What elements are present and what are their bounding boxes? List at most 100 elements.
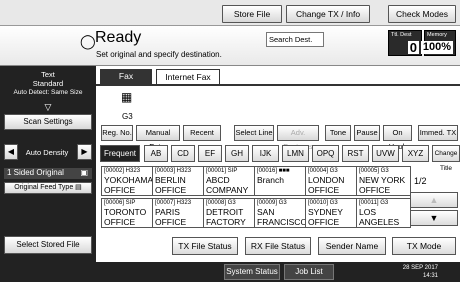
- tab-fax[interactable]: Fax: [100, 69, 152, 84]
- triangle-up-icon: ▲: [429, 195, 439, 205]
- entry-meta: [00006] SIP: [104, 200, 136, 206]
- entry-meta: [00005] G3: [359, 168, 389, 174]
- entry-name: NEW YORK OFFICE: [359, 175, 406, 195]
- destination-entry[interactable]: [00004] G3 LONDON OFFICE: [305, 166, 360, 196]
- sender-name-button[interactable]: Sender Name: [318, 237, 386, 255]
- immed-tx-button[interactable]: Immed. TX: [418, 125, 458, 141]
- sided-original-button[interactable]: 1 Sided Original ▣: [4, 168, 92, 179]
- feed-type-label: Original Feed Type: [14, 184, 74, 191]
- destination-entry[interactable]: [00006] SIP TORONTO OFFICE: [101, 198, 156, 228]
- entry-name: TORONTO OFFICE: [104, 207, 147, 227]
- destination-entry[interactable]: [00007] H323 PARIS OFFICE: [152, 198, 207, 228]
- index-tabs: Frequent AB CD EF GH IJK LMN OPQ RST UVW…: [100, 145, 460, 172]
- tx-mode-button[interactable]: TX Mode: [392, 237, 456, 255]
- page-down-button[interactable]: ▼: [410, 210, 458, 226]
- index-tab[interactable]: EF: [198, 145, 222, 162]
- destination-entry[interactable]: [00002] H323 YOKOHAMA OFFICE: [101, 166, 156, 196]
- total-dest-counter: Ttl. Dest 0: [388, 30, 422, 56]
- left-panel: Text Standard Auto Detect: Same Size ▽ S…: [0, 66, 96, 262]
- entry-meta: [00016] ■■■: [257, 168, 290, 174]
- index-tab[interactable]: OPQ: [312, 145, 339, 162]
- index-tab[interactable]: IJK: [252, 145, 279, 162]
- density-lighter-button[interactable]: ◀: [4, 144, 18, 160]
- recent-button[interactable]: Recent: [183, 125, 221, 141]
- index-tab[interactable]: UVW: [372, 145, 399, 162]
- fax-screen: Store File Change TX / Info Check Modes …: [0, 0, 460, 282]
- tab-underline: [96, 84, 460, 86]
- entry-meta: [00001] SIP: [206, 168, 238, 174]
- store-file-button[interactable]: Store File: [222, 5, 282, 23]
- sided-original-label: 1 Sided Original: [7, 168, 64, 177]
- original-feed-type-button[interactable]: Original Feed Type ▤: [4, 182, 92, 194]
- ready-title: Ready: [95, 29, 142, 46]
- auto-density-label: Auto Density: [25, 148, 69, 157]
- resolution-label: Standard: [32, 79, 64, 88]
- entry-name: DETROIT FACTORY: [206, 207, 246, 227]
- triangle-down-icon: ▼: [429, 213, 439, 223]
- ready-spinner-icon: ◯: [80, 33, 96, 49]
- destination-entry[interactable]: [00011] G3 LOS ANGELES FACT: [356, 198, 411, 228]
- entry-meta: [00009] G3: [257, 200, 287, 206]
- manual-entry-button[interactable]: Manual Entry: [136, 125, 180, 151]
- job-list-button[interactable]: Job List: [284, 264, 334, 280]
- top-bar: Store File Change TX / Info Check Modes: [0, 0, 460, 26]
- date-label: 28 SEP 2017: [402, 265, 438, 271]
- chevron-down-icon: ▽: [44, 102, 52, 112]
- text-mode-label: Text: [41, 70, 55, 79]
- change-title-button[interactable]: Change Title: [432, 145, 460, 172]
- destination-entry[interactable]: [00010] G3 SYDNEY OFFICE: [305, 198, 360, 228]
- index-tab[interactable]: LMN: [282, 145, 309, 162]
- total-dest-label: Ttl. Dest: [391, 32, 412, 38]
- entry-name: SYDNEY OFFICE: [308, 207, 343, 227]
- entry-name: SAN FRANCISCO OFFICE: [257, 207, 308, 227]
- destination-entry[interactable]: [00008] G3 DETROIT FACTORY: [203, 198, 258, 228]
- total-dest-value: 0: [407, 40, 419, 55]
- reg-no-button[interactable]: Reg. No.: [101, 125, 133, 141]
- time-label: 14:31: [422, 273, 438, 279]
- entry-name: Branch: [257, 175, 284, 185]
- entry-meta: [00002] H323: [104, 168, 141, 174]
- entry-meta: [00003] H323: [155, 168, 192, 174]
- index-tab[interactable]: GH: [225, 145, 249, 162]
- tx-file-status-button[interactable]: TX File Status: [172, 237, 238, 255]
- entry-name: ABCD COMPANY: [206, 175, 249, 195]
- adv-features-button[interactable]: Adv. Features: [277, 125, 319, 151]
- index-tab[interactable]: AB: [144, 145, 168, 162]
- destination-entry[interactable]: [00005] G3 NEW YORK OFFICE: [356, 166, 411, 196]
- index-tab[interactable]: RST: [342, 145, 369, 162]
- tone-button[interactable]: Tone: [325, 125, 351, 141]
- index-tab[interactable]: XYZ: [402, 145, 429, 162]
- change-tx-info-button[interactable]: Change TX / Info: [286, 5, 370, 23]
- line-label: G3: [122, 112, 133, 121]
- pause-button[interactable]: Pause: [354, 125, 380, 141]
- scan-settings-button[interactable]: Scan Settings: [4, 114, 92, 130]
- system-status-button[interactable]: System Status: [224, 264, 280, 280]
- destination-entry[interactable]: [00003] H323 BERLIN OFFICE: [152, 166, 207, 196]
- memory-indicator: Memory 100%: [420, 30, 456, 56]
- index-tab[interactable]: CD: [171, 145, 195, 162]
- page-up-button[interactable]: ▲: [410, 192, 458, 208]
- select-stored-file-button[interactable]: Select Stored File: [4, 236, 92, 254]
- entry-name: YOKOHAMA OFFICE: [104, 175, 153, 195]
- density-darker-button[interactable]: ▶: [77, 144, 92, 160]
- destination-entry[interactable]: [00001] SIP ABCD COMPANY: [203, 166, 258, 196]
- date-time: 28 SEP 2017 14:31: [403, 264, 438, 280]
- index-tab[interactable]: Frequent: [100, 145, 140, 162]
- tab-internet-fax[interactable]: Internet Fax: [156, 69, 220, 84]
- search-dest-button[interactable]: Search Dest.: [266, 32, 324, 47]
- entry-name: LOS ANGELES FACT: [359, 207, 400, 227]
- footer-bar: System Status Job List 28 SEP 2017 14:31: [0, 262, 460, 282]
- destination-entry[interactable]: [00016] ■■■ Branch: [254, 166, 309, 196]
- entry-name: LONDON OFFICE: [308, 175, 345, 195]
- memory-label: Memory: [427, 32, 447, 38]
- entry-meta: [00010] G3: [308, 200, 338, 206]
- entry-meta: [00008] G3: [206, 200, 236, 206]
- rx-file-status-button[interactable]: RX File Status: [245, 237, 311, 255]
- on-hook-button[interactable]: On Hook: [383, 125, 412, 151]
- select-line-button[interactable]: Select Line: [234, 125, 274, 141]
- feed-type-icon: ▤: [75, 184, 82, 191]
- auto-detect-label: Auto Detect: Same Size: [13, 89, 83, 96]
- destination-entry[interactable]: [00009] G3 SAN FRANCISCO OFFICE: [254, 198, 309, 228]
- check-modes-button[interactable]: Check Modes: [388, 5, 456, 23]
- page-indicator: 1/2: [414, 176, 427, 186]
